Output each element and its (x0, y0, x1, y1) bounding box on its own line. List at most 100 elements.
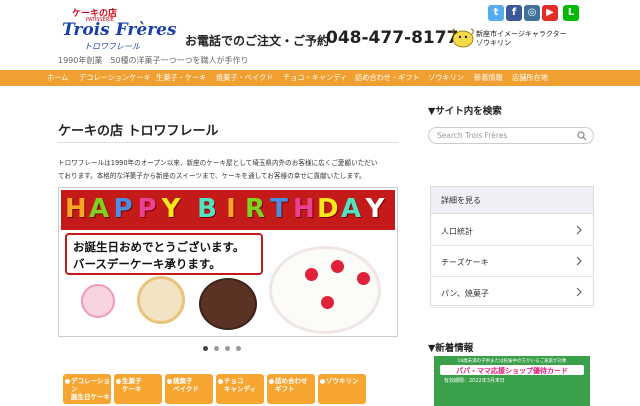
slider-dot-4[interactable] (236, 346, 241, 351)
detail-menu-header-label: 詳細を見る (441, 196, 481, 205)
banner-headline-letter: Y (161, 194, 181, 224)
banner-message-line1: お誕生日おめでとうございます。 (73, 240, 245, 254)
category-tile-label: 生菓子 ケーキ (122, 377, 142, 393)
banner-headline-letter: Y (365, 194, 385, 224)
youtube-icon[interactable]: ▶ (542, 5, 558, 21)
nav-item-4[interactable]: 焼菓子・ベイクド (216, 70, 273, 86)
tile-bullet-icon (167, 379, 172, 384)
title-divider (58, 142, 398, 143)
cake-strawberry-4 (321, 296, 334, 309)
banner-headline-letter: A (341, 194, 362, 224)
nav-item-7[interactable]: ゾウキリン (428, 70, 464, 86)
main-nav: ホーム デコレーションケーキ 生菓子・ケーキ 焼菓子・ベイクド チョコ・キャンディ 詰め合… (0, 70, 640, 86)
nav-item-9[interactable]: 店舗所在地 (512, 70, 548, 86)
category-tile-line1: 生菓子 (122, 377, 142, 385)
chevron-right-icon (576, 256, 582, 266)
category-tile-line1: 詰め合わせ (275, 377, 308, 385)
detail-menu-item-3[interactable]: パン、焼菓子 (431, 277, 593, 308)
news-image[interactable]: 18歳未満の子供または妊娠中の方がいるご家庭が対象 パパ・ママ応援ショップ優待カ… (434, 356, 590, 406)
nav-item-2[interactable]: デコレーションケーキ (79, 70, 151, 86)
detail-menu-header[interactable]: 詳細を見る (431, 187, 593, 214)
instagram-icon[interactable]: ◎ (524, 5, 540, 21)
banner-headline-letter: T (270, 194, 288, 224)
tile-bullet-icon (320, 379, 325, 384)
search-heading: ▼サイト内を検索 (428, 106, 502, 117)
site-logo[interactable]: ケーキの店 PATISSERIE Trois Frères トロワフレール (58, 6, 177, 52)
news-heading: ▼新着情報 (428, 343, 474, 354)
news-caption: 18歳未満の子供または妊娠中の方がいるご家庭が対象 (457, 359, 567, 364)
detail-menu-item-1[interactable]: 人口統計 (431, 215, 593, 246)
cake-strawberry-1 (305, 268, 318, 281)
category-tile-label: 焼菓子 ベイクド (173, 377, 199, 393)
category-tile-line2: ベイクド (173, 385, 199, 393)
category-tile-label: チョコ キャンディ (224, 377, 256, 393)
banner-headline-letter: H (65, 194, 87, 224)
category-tile-line2: ケーキ (122, 385, 142, 393)
tile-bullet-icon (65, 379, 70, 384)
news-card-expiry: 有効期限：2022年3月末日 (444, 378, 505, 384)
facebook-icon[interactable]: f (506, 5, 522, 21)
cake-image-2 (199, 278, 257, 330)
category-tile-label: デコレーション 誕生日ケーキ (71, 377, 111, 401)
banner-headline-letter: P (137, 194, 157, 224)
search-input[interactable]: Search Trois Frères (428, 127, 594, 144)
category-tile-line1: 焼菓子 (173, 377, 193, 385)
cake-image-3 (269, 246, 381, 334)
mascot-caption-line2: ゾウキリン (476, 39, 511, 47)
page-title: ケーキの店 トロワフレール (58, 124, 219, 139)
banner-message-box: お誕生日おめでとうございます。 バースデーケーキ承ります。 (65, 233, 263, 275)
banner-headline-letter: I (226, 194, 236, 224)
nav-item-5[interactable]: チョコ・キャンディ (283, 70, 347, 86)
logo-wordmark: Trois Frères (62, 20, 177, 40)
site-tagline: 1990年創業 50種の洋菓子一つ一つを職人が手作り (58, 56, 249, 65)
slider-dot-3[interactable] (225, 346, 230, 351)
category-tile-label: 詰め合わせ ギフト (275, 377, 308, 393)
news-card-title-box: パパ・ママ応援ショップ優待カード (440, 365, 584, 375)
cake-strawberry-3 (357, 272, 370, 285)
intro-line-1: トロワフレールは1990年のオープン以来、新座のケーキ屋として埼玉県内外のお客様… (58, 159, 378, 167)
phone-label: お電話でのご注文・ご予約 (185, 34, 330, 48)
detail-menu-item-label: チーズケーキ (441, 258, 489, 267)
search-icon[interactable] (577, 131, 587, 141)
detail-menu-item-2[interactable]: チーズケーキ (431, 246, 593, 277)
category-tile-line2: ギフト (275, 385, 295, 393)
nav-item-8[interactable]: 新着情報 (474, 70, 503, 86)
main-content: ケーキの店 トロワフレール トロワフレールは1990年のオープン以来、新座のケー… (58, 86, 398, 404)
detail-menu-item-label: パン、焼菓子 (441, 289, 489, 298)
banner-message-line2: バースデーケーキ承ります。 (73, 257, 221, 271)
category-tile-line1: ゾウキリン (326, 377, 359, 385)
site-header: ケーキの店 PATISSERIE Trois Frères トロワフレール 19… (0, 0, 640, 70)
cake-image-1 (137, 276, 185, 324)
mascot-caption: 新座市イメージキャラクター ゾウキリン (476, 30, 567, 48)
intro-line-2: ております。本格的な洋菓子から新座のスイーツまで、ケーキを通してお客様の幸せに貢… (58, 172, 366, 180)
banner-headline-letter: R (245, 194, 266, 224)
tile-bullet-icon (269, 379, 274, 384)
line-icon[interactable]: L (563, 5, 579, 21)
news-card-title: パパ・ママ応援ショップ優待カード (456, 367, 568, 375)
tile-bullet-icon (218, 379, 223, 384)
logo-kana: トロワフレール (84, 42, 140, 51)
banner-headline-letter: D (317, 194, 339, 224)
phone-number[interactable]: 048-477-8177 (326, 28, 458, 48)
detail-menu-item-label: 人口統計 (441, 227, 473, 236)
nav-item-6[interactable]: 詰め合わせ・ギフト (355, 70, 420, 86)
mascot-caption-line1: 新座市イメージキャラクター (476, 30, 567, 38)
category-tile-line1: デコレーション (71, 377, 110, 393)
nav-item-3[interactable]: 生菓子・ケーキ (156, 70, 206, 86)
category-tile-label: ゾウキリン (326, 377, 359, 385)
slider-dot-1[interactable] (203, 346, 208, 351)
intro-text: トロワフレールは1990年のオープン以来、新座のケーキ屋として埼玉県内外のお客様… (58, 157, 398, 183)
banner-headline: HAPPYBIRTHDAY (61, 190, 395, 230)
banner-headline-letter: A (89, 194, 110, 224)
hero-slider[interactable]: HAPPYBIRTHDAY お誕生日おめでとうございます。 バースデーケーキ承り… (58, 187, 398, 337)
slider-dot-2[interactable] (214, 346, 219, 351)
cake-strawberry-5 (81, 284, 115, 318)
category-tile-line1: チョコ (224, 377, 244, 385)
chevron-right-icon (576, 287, 582, 297)
search-placeholder: Search Trois Frères (437, 131, 508, 140)
banner-headline-letter: B (197, 194, 217, 224)
nav-item-1[interactable]: ホーム (47, 70, 68, 86)
sidebar: ▼サイト内を検索 Search Trois Frères 詳細を見る 人口統計チ… (428, 86, 594, 406)
cake-strawberry-2 (331, 260, 344, 273)
twitter-icon[interactable]: t (488, 5, 504, 21)
